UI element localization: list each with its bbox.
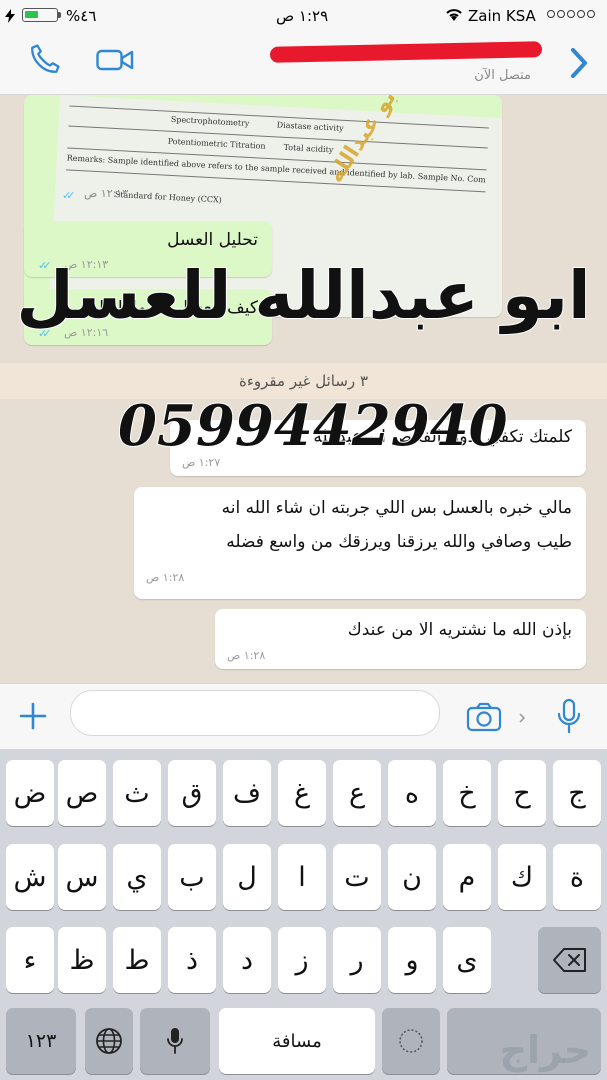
doc-line-4: Total acidity — [283, 142, 334, 155]
key[interactable]: ح — [498, 760, 546, 826]
space-key[interactable]: مسافة — [219, 1008, 375, 1074]
key[interactable]: ق — [168, 760, 216, 826]
emoji-icon — [399, 1029, 423, 1053]
key[interactable]: ج — [553, 760, 601, 826]
chat-area[interactable]: Spectrophotometry Diastase activity Pote… — [0, 95, 607, 683]
key[interactable]: ى — [443, 927, 491, 993]
key[interactable]: ف — [223, 760, 271, 826]
plus-icon[interactable] — [18, 701, 48, 731]
key[interactable]: م — [443, 844, 491, 910]
battery-icon — [22, 8, 58, 22]
key[interactable]: ء — [6, 927, 54, 993]
watermark: حراج — [499, 1028, 591, 1072]
message-text: بإذن الله ما نشتريه الا من عندك — [347, 620, 572, 640]
backspace-icon — [552, 948, 586, 972]
key[interactable]: ا — [278, 844, 326, 910]
key[interactable]: ك — [498, 844, 546, 910]
message-text: تحليل العسل — [167, 230, 258, 250]
key[interactable]: غ — [278, 760, 326, 826]
microphone-icon[interactable] — [556, 698, 582, 736]
key[interactable]: ث — [113, 760, 161, 826]
key[interactable]: ن — [388, 844, 436, 910]
message-time: ١:٢٨ ص — [227, 649, 266, 662]
video-icon[interactable] — [96, 46, 134, 74]
globe-key[interactable] — [85, 1008, 133, 1074]
key[interactable]: ل — [223, 844, 271, 910]
keyboard: ج ح خ ه ع غ ف ق ث ص ض ة ك م ن ت ا ل ب ي … — [0, 749, 607, 1080]
overlay-title: ابو عبدالله للعسل — [15, 256, 591, 335]
input-bar — [0, 683, 607, 750]
key[interactable]: ص — [58, 760, 106, 826]
battery-cap — [58, 12, 61, 18]
chat-header: متصل الآن — [0, 32, 607, 95]
emoji-key[interactable] — [382, 1008, 440, 1074]
received-message[interactable]: بإذن الله ما نشتريه الا من عندك ١:٢٨ ص — [215, 609, 586, 669]
delete-key[interactable] — [538, 927, 601, 993]
doc-line-1: Spectrophotometry — [170, 114, 250, 128]
image-message-time: ١٢:١٣ ص — [84, 187, 129, 200]
key[interactable]: ر — [333, 927, 381, 993]
battery-percent: %٤٦ — [66, 7, 97, 25]
status-bar: %٤٦ ١:٢٩ ص Zain KSA — [0, 0, 607, 32]
charging-bolt-icon — [5, 9, 15, 23]
key[interactable]: س — [58, 844, 106, 910]
key[interactable]: ز — [278, 927, 326, 993]
message-time: ١:٢٨ ص — [146, 571, 185, 584]
key[interactable]: ع — [333, 760, 381, 826]
key[interactable]: ي — [113, 844, 161, 910]
key[interactable]: د — [223, 927, 271, 993]
doc-line-3: Potentiometric Titration — [167, 136, 266, 151]
back-chevron-icon[interactable] — [568, 46, 590, 80]
key[interactable]: و — [388, 927, 436, 993]
key[interactable]: ط — [113, 927, 161, 993]
redacted-contact-name — [269, 41, 543, 63]
key[interactable]: ض — [6, 760, 54, 826]
numbers-key[interactable]: ١٢٣ — [6, 1008, 76, 1074]
overlay-phone: 0599442940 — [117, 392, 509, 460]
key[interactable]: ذ — [168, 927, 216, 993]
dictation-key[interactable] — [140, 1008, 210, 1074]
doc-line-2: Diastase activity — [276, 120, 344, 133]
key[interactable]: ت — [333, 844, 381, 910]
message-input[interactable] — [70, 690, 440, 736]
doc-line-6: Standard for Honey (CCX) — [114, 190, 223, 205]
status-time: ١:٢٩ ص — [276, 7, 329, 25]
microphone-icon — [167, 1028, 183, 1054]
separator — [519, 713, 526, 723]
wifi-icon — [446, 9, 462, 21]
key[interactable]: ه — [388, 760, 436, 826]
unread-banner-text: ٣ رسائل غير مقروءة — [239, 372, 368, 390]
globe-icon — [96, 1028, 122, 1054]
key[interactable]: ب — [168, 844, 216, 910]
carrier-name: Zain KSA — [468, 7, 536, 25]
read-ticks-icon: ✓✓ — [62, 189, 76, 202]
key[interactable]: ش — [6, 844, 54, 910]
message-text-line-1: مالي خبره بالعسل بس اللي جربته ان شاء ال… — [221, 498, 572, 518]
contact-status: متصل الآن — [474, 68, 531, 83]
camera-icon[interactable] — [466, 702, 502, 732]
key[interactable]: ة — [553, 844, 601, 910]
phone-icon[interactable] — [28, 42, 62, 76]
signal-dots-icon — [547, 10, 595, 18]
key[interactable]: خ — [443, 760, 491, 826]
key[interactable]: ظ — [58, 927, 106, 993]
message-text-line-2: طيب وصافي والله يرزقنا ويرزقك من واسع فض… — [226, 532, 572, 552]
received-message[interactable]: مالي خبره بالعسل بس اللي جربته ان شاء ال… — [134, 487, 586, 599]
